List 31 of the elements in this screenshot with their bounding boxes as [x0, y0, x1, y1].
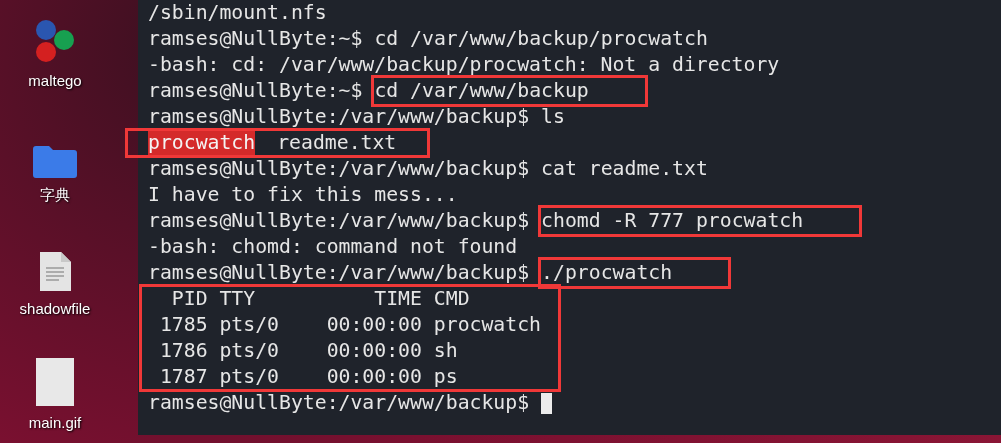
- shell-command: ./procwatch: [541, 260, 673, 286]
- folder-icon: [33, 145, 77, 178]
- terminal-line: /sbin/mount.nfs: [148, 1, 327, 24]
- three-circles-icon: [33, 17, 77, 64]
- shell-prompt: ramses@NullByte:/var/www/backup$: [148, 260, 530, 286]
- shell-command: ls: [541, 104, 565, 130]
- image-thumbnail: [36, 357, 74, 406]
- shell-prompt: ramses@NullByte:/var/www/backup$: [148, 208, 530, 234]
- terminal-line: 1786 pts/0 00:00:00 sh: [158, 339, 458, 362]
- terminal-line: -bash: chomd: command not found: [148, 235, 518, 258]
- shell-prompt: ramses@NullByte:/var/www/backup$: [148, 156, 530, 182]
- desktop-icon-label[interactable]: 字典: [40, 183, 70, 206]
- terminal-line: 1787 pts/0 00:00:00 ps: [158, 365, 458, 388]
- shell-prompt: ramses@NullByte:/var/www/backup$: [148, 104, 530, 130]
- file-name: readme.txt: [277, 130, 397, 156]
- desktop-icon-label[interactable]: maltego: [28, 69, 82, 92]
- shell-command: cat readme.txt: [541, 156, 708, 182]
- shell-prompt: ramses@NullByte:~$: [148, 78, 363, 104]
- shell-command: cd /var/www/backup: [374, 78, 589, 104]
- document-icon: [39, 251, 71, 292]
- shell-command: cd /var/www/backup/procwatch: [374, 26, 708, 52]
- terminal-line: -bash: cd: /var/www/backup/procwatch: Not a directory: [148, 53, 780, 76]
- shell-command: chomd -R 777 procwatch: [541, 208, 804, 234]
- shell-prompt: ramses@NullByte:~$: [148, 26, 363, 52]
- terminal-line: I have to fix this mess...: [148, 183, 458, 206]
- terminal-line: PID TTY TIME CMD: [170, 287, 470, 310]
- desktop-icon-label[interactable]: shadowfile: [19, 297, 91, 320]
- desktop-icon-label[interactable]: main.gif: [28, 411, 82, 434]
- shell-prompt: ramses@NullByte:/var/www/backup$: [148, 390, 530, 416]
- file-name: procwatch: [148, 130, 256, 156]
- terminal-line: 1785 pts/0 00:00:00 procwatch: [158, 313, 541, 336]
